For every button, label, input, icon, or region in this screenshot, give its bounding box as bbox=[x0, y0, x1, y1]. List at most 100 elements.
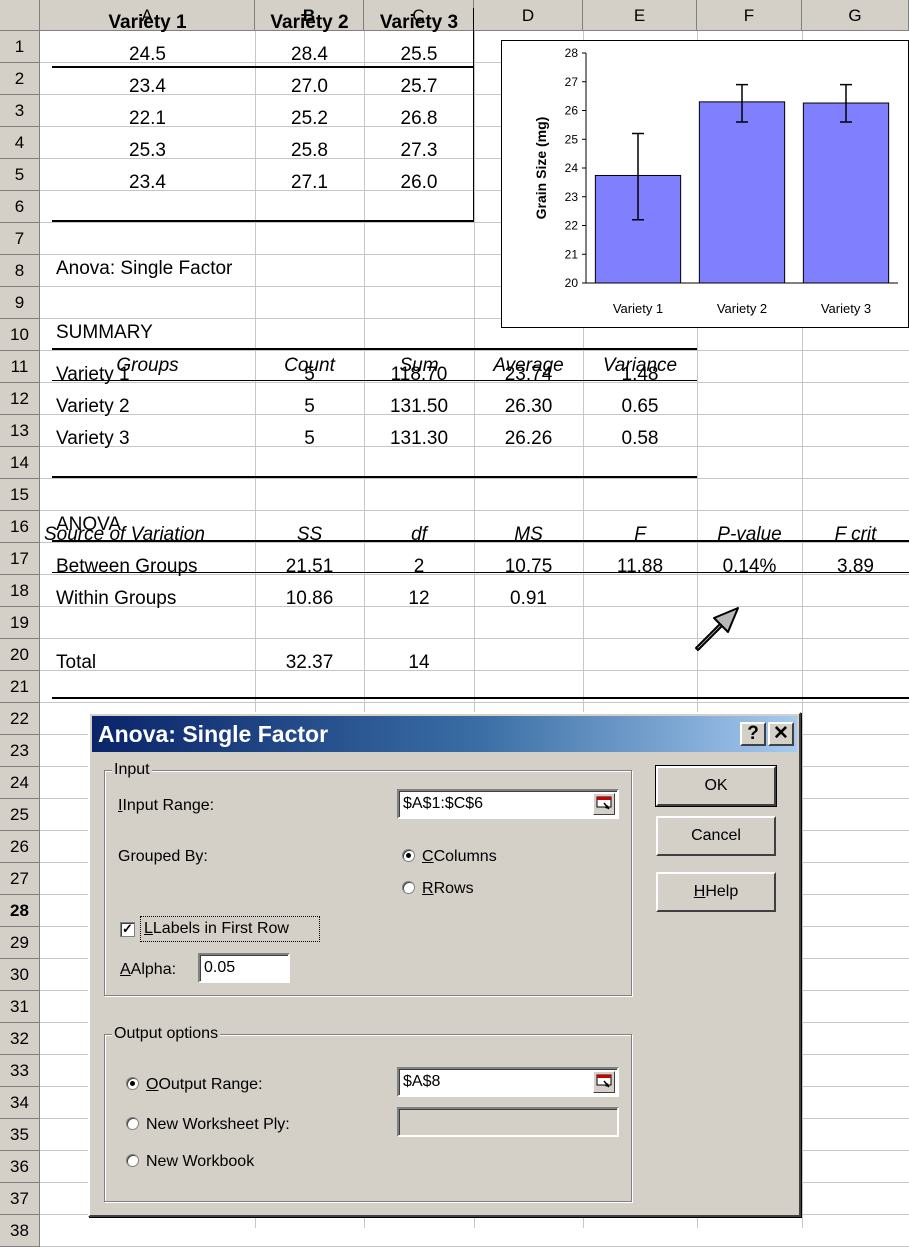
labels-checkbox[interactable]: ✓ bbox=[120, 922, 135, 937]
alpha-field[interactable]: 0.05 bbox=[198, 953, 290, 983]
ok-button[interactable]: OK bbox=[655, 765, 777, 807]
cell-b21[interactable]: 32.37 bbox=[255, 647, 364, 679]
row-header-32[interactable]: 32 bbox=[0, 1023, 40, 1055]
output-range-radio[interactable] bbox=[126, 1077, 139, 1090]
row-header-14[interactable]: 14 bbox=[0, 447, 40, 479]
cell-b3[interactable]: 27.0 bbox=[255, 71, 364, 103]
cell-c13[interactable]: 131.50 bbox=[364, 391, 474, 423]
labels-checkbox-label[interactable]: LLabels in First Row bbox=[144, 919, 289, 939]
row-header-23[interactable]: 23 bbox=[0, 735, 40, 767]
cell-a4[interactable]: 22.1 bbox=[40, 103, 255, 135]
row-header-29[interactable]: 29 bbox=[0, 927, 40, 959]
row-header-37[interactable]: 37 bbox=[0, 1183, 40, 1215]
row-header-38[interactable]: 38 bbox=[0, 1215, 40, 1247]
columns-radio[interactable] bbox=[402, 849, 415, 862]
rows-radio[interactable] bbox=[402, 881, 415, 894]
column-header-d[interactable]: D bbox=[474, 0, 583, 31]
cell-b13[interactable]: 5 bbox=[255, 391, 364, 423]
row-header-3[interactable]: 3 bbox=[0, 95, 40, 127]
select-all-corner[interactable] bbox=[0, 0, 40, 31]
cell-e13[interactable]: 0.65 bbox=[583, 391, 697, 423]
row-header-16[interactable]: 16 bbox=[0, 511, 40, 543]
row-header-19[interactable]: 19 bbox=[0, 607, 40, 639]
cell-b5[interactable]: 25.8 bbox=[255, 135, 364, 167]
row-header-30[interactable]: 30 bbox=[0, 959, 40, 991]
cell-d13[interactable]: 26.30 bbox=[474, 391, 583, 423]
row-header-26[interactable]: 26 bbox=[0, 831, 40, 863]
row-header-36[interactable]: 36 bbox=[0, 1151, 40, 1183]
row-header-25[interactable]: 25 bbox=[0, 799, 40, 831]
grain-size-chart[interactable]: 20 21 22 23 24 25 26 27 28 Grain Size (mg) Variety… bbox=[501, 40, 909, 328]
column-header-f[interactable]: F bbox=[697, 0, 802, 31]
cancel-button[interactable]: Cancel bbox=[656, 816, 776, 856]
input-range-field[interactable]: $A$1:$C$6 bbox=[397, 789, 619, 819]
row-header-6[interactable]: 6 bbox=[0, 191, 40, 223]
row-header-31[interactable]: 31 bbox=[0, 991, 40, 1023]
cell-d18[interactable]: 10.75 bbox=[474, 551, 583, 583]
cell-c4[interactable]: 26.8 bbox=[364, 103, 474, 135]
cell-b1[interactable]: Variety 2 bbox=[255, 7, 364, 39]
output-range-field[interactable]: $A$8 bbox=[397, 1067, 619, 1097]
cell-b18[interactable]: 21.51 bbox=[255, 551, 364, 583]
cell-e14[interactable]: 0.58 bbox=[583, 423, 697, 455]
row-header-2[interactable]: 2 bbox=[0, 63, 40, 95]
cell-a14[interactable]: Variety 3 bbox=[52, 423, 255, 455]
new-workbook-label[interactable]: New Workbook bbox=[146, 1152, 254, 1172]
cell-c17[interactable]: df bbox=[364, 519, 474, 551]
cell-a17[interactable]: Source of Variation bbox=[40, 519, 255, 551]
row-header-34[interactable]: 34 bbox=[0, 1087, 40, 1119]
cell-c18[interactable]: 2 bbox=[364, 551, 474, 583]
row-header-11[interactable]: 11 bbox=[0, 351, 40, 383]
row-header-22[interactable]: 22 bbox=[0, 703, 40, 735]
cell-g18[interactable]: 3.89 bbox=[802, 551, 909, 583]
row-header-17[interactable]: 17 bbox=[0, 543, 40, 575]
row-header-20[interactable]: 20 bbox=[0, 639, 40, 671]
row-header-12[interactable]: 12 bbox=[0, 383, 40, 415]
cell-e12[interactable]: 1.48 bbox=[583, 359, 697, 391]
cell-e18[interactable]: 11.88 bbox=[583, 551, 697, 583]
spreadsheet[interactable]: A B C D E F G 1 2 3 4 5 6 7 8 9 10 11 12 13 14 15 16 17 1… bbox=[0, 0, 909, 1247]
column-header-g[interactable]: G bbox=[802, 0, 909, 31]
cell-a21[interactable]: Total bbox=[52, 647, 255, 679]
cell-g17[interactable]: F crit bbox=[802, 519, 909, 551]
row-header-35[interactable]: 35 bbox=[0, 1119, 40, 1151]
row-header-24[interactable]: 24 bbox=[0, 767, 40, 799]
row-header-5[interactable]: 5 bbox=[0, 159, 40, 191]
anova-dialog[interactable]: Anova: Single Factor ? ✕ Input IInput Ra… bbox=[88, 712, 801, 1217]
dialog-titlebar[interactable]: Anova: Single Factor ? ✕ bbox=[92, 716, 797, 752]
cell-b6[interactable]: 27.1 bbox=[255, 167, 364, 199]
cell-d19[interactable]: 0.91 bbox=[474, 583, 583, 615]
cell-c1[interactable]: Variety 3 bbox=[364, 7, 474, 39]
row-header-9[interactable]: 9 bbox=[0, 287, 40, 319]
new-worksheet-field[interactable] bbox=[397, 1107, 619, 1137]
cell-f17[interactable]: P-value bbox=[697, 519, 802, 551]
row-header-8[interactable]: 8 bbox=[0, 255, 40, 287]
cell-d17[interactable]: MS bbox=[474, 519, 583, 551]
row-header-33[interactable]: 33 bbox=[0, 1055, 40, 1087]
cell-a12[interactable]: Variety 1 bbox=[52, 359, 255, 391]
cell-a13[interactable]: Variety 2 bbox=[52, 391, 255, 423]
cell-a19[interactable]: Within Groups bbox=[52, 583, 255, 615]
cell-b4[interactable]: 25.2 bbox=[255, 103, 364, 135]
row-header-27[interactable]: 27 bbox=[0, 863, 40, 895]
cell-a18[interactable]: Between Groups bbox=[52, 551, 255, 583]
row-header-10[interactable]: 10 bbox=[0, 319, 40, 351]
cell-c21[interactable]: 14 bbox=[364, 647, 474, 679]
row-header-18[interactable]: 18 bbox=[0, 575, 40, 607]
cell-b17[interactable]: SS bbox=[255, 519, 364, 551]
collapse-dialog-icon[interactable] bbox=[593, 1071, 615, 1093]
cell-a6[interactable]: 23.4 bbox=[40, 167, 255, 199]
row-header-4[interactable]: 4 bbox=[0, 127, 40, 159]
cell-a8[interactable]: Anova: Single Factor bbox=[52, 253, 352, 285]
new-workbook-radio[interactable] bbox=[126, 1154, 139, 1167]
output-range-label[interactable]: OOutput Range: bbox=[146, 1075, 263, 1095]
cell-b12[interactable]: 5 bbox=[255, 359, 364, 391]
cell-c5[interactable]: 27.3 bbox=[364, 135, 474, 167]
row-header-28[interactable]: 28 bbox=[0, 895, 40, 927]
cell-a10[interactable]: SUMMARY bbox=[52, 317, 252, 349]
cell-f18[interactable]: 0.14% bbox=[697, 551, 802, 583]
cell-d14[interactable]: 26.26 bbox=[474, 423, 583, 455]
close-button[interactable]: ✕ bbox=[768, 722, 794, 746]
cell-b14[interactable]: 5 bbox=[255, 423, 364, 455]
row-header-1[interactable]: 1 bbox=[0, 31, 40, 63]
